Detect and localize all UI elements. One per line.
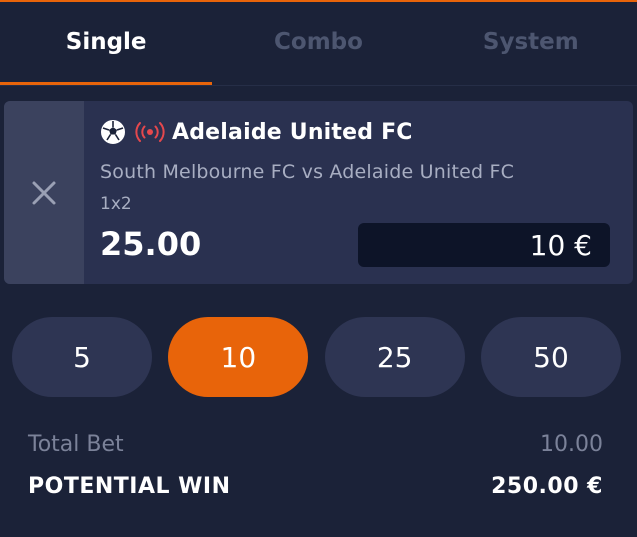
quick-stake-5[interactable]: 5 [12,317,152,397]
live-broadcast-icon [135,122,165,142]
total-bet-label: Total Bet [28,432,124,457]
tab-single-label: Single [65,28,147,55]
potential-win-row: POTENTIAL WIN 250.00 € [28,474,603,499]
quick-stake-25[interactable]: 25 [324,317,465,397]
selection-name: Adelaide United FC [172,119,413,145]
stake-value: 10 € [529,228,592,262]
total-bet-row: Total Bet 10.00 [28,432,603,457]
quick-stake-label: 50 [533,340,569,374]
tab-system[interactable]: System [425,2,637,85]
quick-stake-buttons: 5 10 25 50 [12,317,621,397]
market-name: 1x2 [100,194,132,214]
remove-bet-button[interactable] [4,101,84,284]
bet-details: Adelaide United FC South Melbourne FC vs… [84,101,633,284]
stake-input[interactable]: 10 € [358,223,610,267]
tab-single[interactable]: Single [0,2,213,85]
total-bet-value: 10.00 [540,432,603,457]
bet-type-tabs: Single Combo System [0,2,637,85]
quick-stake-10[interactable]: 10 [168,317,309,397]
quick-stake-label: 10 [220,340,257,374]
selection-row: Adelaide United FC [100,119,413,145]
quick-stake-50[interactable]: 50 [480,317,621,397]
tab-combo-label: Combo [274,28,363,55]
potential-win-label: POTENTIAL WIN [28,474,231,499]
quick-stake-label: 5 [73,340,91,374]
quick-stake-label: 25 [376,340,413,374]
tabs-divider [0,85,637,86]
match-name: South Melbourne FC vs Adelaide United FC [100,161,515,183]
soccer-ball-icon [101,120,125,144]
tab-combo[interactable]: Combo [212,2,424,85]
close-icon [32,181,56,204]
tab-system-label: System [482,28,579,55]
bet-card: Adelaide United FC South Melbourne FC vs… [4,101,633,284]
potential-win-value: 250.00 € [491,474,603,499]
odds-value: 25.00 [100,225,202,263]
